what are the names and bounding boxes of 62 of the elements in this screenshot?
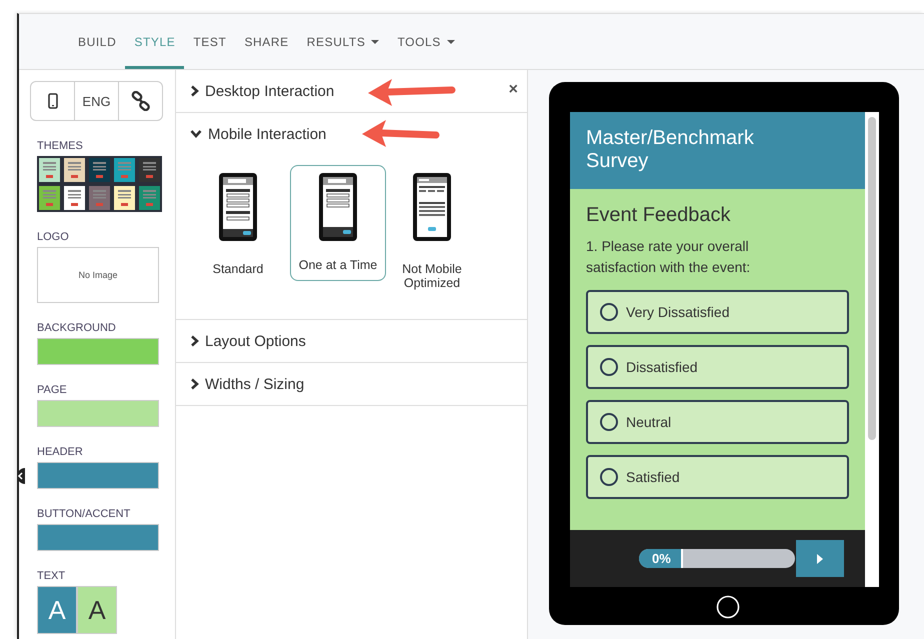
text-color-swatch[interactable]: A xyxy=(37,586,77,634)
phone-icon xyxy=(48,93,58,109)
theme-thumbnail[interactable] xyxy=(87,184,112,212)
phone-layout-icon xyxy=(412,172,452,242)
theme-thumbnail[interactable] xyxy=(112,156,137,184)
nav-tab[interactable]: TOOLS xyxy=(388,17,464,69)
answer-choice[interactable]: Satisfied xyxy=(586,455,849,499)
radio-button[interactable] xyxy=(600,413,618,431)
section-label: LOGO xyxy=(37,231,69,243)
question-text: 1. Please rate your overall satisfaction with the event: xyxy=(586,237,752,277)
theme-thumbnail[interactable] xyxy=(37,184,62,212)
placeholder-text: No Image xyxy=(78,270,118,280)
section-label: PAGE xyxy=(37,384,67,396)
section-header[interactable]: Mobile Interaction xyxy=(176,113,326,155)
nav-tab[interactable]: RESULTS xyxy=(298,17,388,69)
nav-tab[interactable]: BUILD xyxy=(69,17,126,69)
section-header[interactable]: Desktop Interaction xyxy=(176,70,334,112)
theme-thumbnail[interactable] xyxy=(62,184,87,212)
theme-thumbnail[interactable] xyxy=(87,156,112,184)
layout-option[interactable]: One at a Time xyxy=(290,165,386,281)
section-label: THEMES xyxy=(37,140,83,152)
nav-tab[interactable]: TEST xyxy=(184,17,236,69)
radio-button[interactable] xyxy=(600,468,618,486)
caret-right-icon xyxy=(817,554,823,564)
section-label: HEADER xyxy=(37,446,83,458)
logo-upload[interactable]: No Image xyxy=(37,247,159,303)
phone-layout-icon xyxy=(318,172,358,242)
answer-choice[interactable]: Very Dissatisfied xyxy=(586,290,849,334)
color-swatch[interactable] xyxy=(37,462,159,489)
radio-button[interactable] xyxy=(600,303,618,321)
section-label: BACKGROUND xyxy=(37,322,116,334)
color-swatch[interactable] xyxy=(37,400,159,427)
layout-option[interactable]: Not Mobile Optimized xyxy=(390,165,474,299)
close-button[interactable]: × xyxy=(508,82,518,98)
theme-thumbnail[interactable] xyxy=(137,156,162,184)
arrow-icon xyxy=(360,118,442,150)
chevron-right-icon xyxy=(190,378,199,390)
theme-thumbnail[interactable] xyxy=(62,156,87,184)
chevron-right-icon xyxy=(190,85,199,97)
theme-thumbnail[interactable] xyxy=(112,184,137,212)
nav-tab[interactable]: SHARE xyxy=(235,17,298,69)
answer-choice[interactable]: Neutral xyxy=(586,400,849,444)
link-icon xyxy=(130,91,150,111)
answer-choice[interactable]: Dissatisfied xyxy=(586,345,849,389)
chevron-right-icon xyxy=(190,335,199,347)
chevron-down-icon xyxy=(190,129,202,139)
phone-layout-icon xyxy=(218,172,258,242)
home-button-icon xyxy=(716,595,740,619)
radio-button[interactable] xyxy=(600,358,618,376)
section-header[interactable]: Layout Options xyxy=(176,320,306,362)
section-label: BUTTON/ACCENT xyxy=(37,508,130,520)
page-title: Event Feedback xyxy=(586,204,732,227)
layout-option[interactable]: Standard xyxy=(190,165,286,285)
survey-title: Master/Benchmark Survey xyxy=(570,112,865,189)
section-label: TEXT xyxy=(37,570,66,582)
theme-thumbnail[interactable] xyxy=(137,184,162,212)
color-swatch[interactable] xyxy=(37,524,159,551)
color-swatch[interactable] xyxy=(37,338,159,365)
theme-thumbnail[interactable] xyxy=(37,156,62,184)
text-color-swatch[interactable]: A xyxy=(77,586,117,634)
arrow-icon xyxy=(366,76,458,108)
section-header[interactable]: Widths / Sizing xyxy=(176,363,304,405)
